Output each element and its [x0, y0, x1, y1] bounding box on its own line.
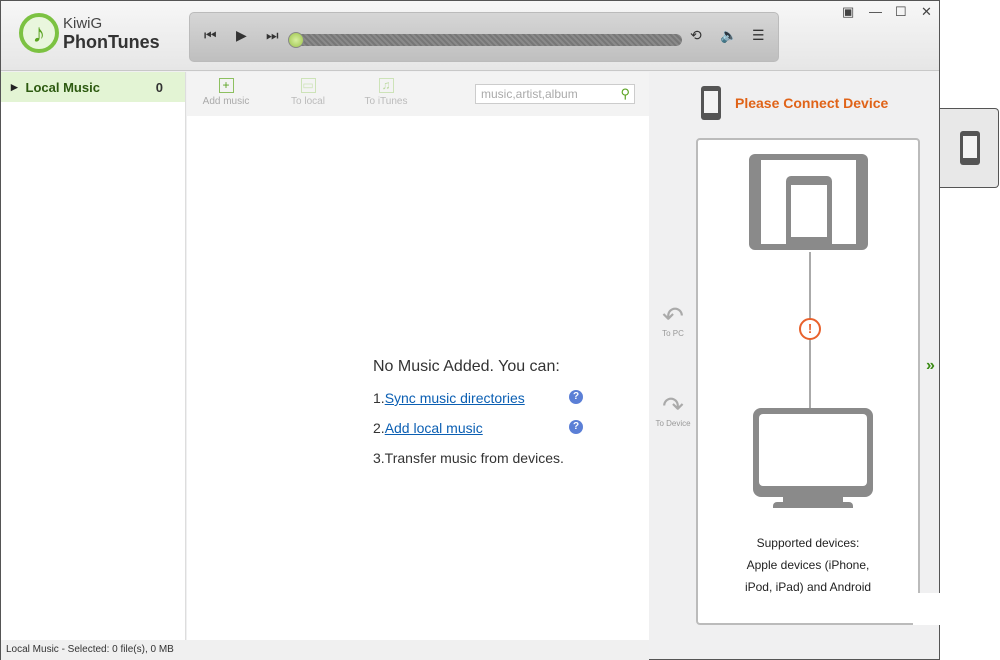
close-icon[interactable]: ✕: [921, 4, 932, 20]
add-music-button[interactable]: + Add music: [191, 78, 261, 107]
supported-line: Apple devices (iPhone,: [746, 558, 870, 572]
step3-text: 3.Transfer music from devices.: [373, 450, 564, 466]
sidebar: ▸ Local Music 0: [1, 72, 186, 640]
music-list: No Music Added. You can: 1.Sync music di…: [187, 116, 649, 640]
sidebar-item-label: Local Music: [25, 79, 100, 95]
device-panel: ! Supported devices: Apple devices (iPho…: [696, 138, 920, 625]
repeat-icon[interactable]: ⟲: [690, 27, 702, 44]
empty-state: No Music Added. You can: 1.Sync music di…: [373, 358, 583, 480]
music-note-logo-icon: ♪: [19, 13, 59, 53]
device-side-tab[interactable]: [940, 108, 999, 188]
step2-number: 2.: [373, 420, 385, 436]
search-icon[interactable]: ⚲: [620, 86, 630, 102]
sidebar-item-local-music[interactable]: ▸ Local Music 0: [1, 72, 185, 102]
volume-icon[interactable]: 🔈: [720, 27, 737, 44]
to-local-label: To local: [291, 96, 325, 107]
menu-icon[interactable]: ▣: [842, 4, 854, 20]
computer-icon: [753, 408, 873, 497]
monitor-base: [773, 502, 853, 508]
sync-directories-link[interactable]: Sync music directories: [385, 390, 525, 406]
overlay-blank: [913, 593, 1000, 625]
sidebar-item-count: 0: [155, 79, 163, 95]
search-placeholder: music,artist,album: [481, 87, 578, 101]
previous-icon[interactable]: ⏮: [204, 27, 217, 44]
warning-icon: !: [799, 318, 821, 340]
maximize-icon[interactable]: ☐: [895, 4, 907, 20]
monitor-icon: ▭: [300, 78, 316, 93]
help-icon[interactable]: ?: [569, 390, 583, 404]
phone-icon: [701, 86, 721, 120]
toolbar: + Add music ▭ To local ♫ To iTunes music,ar…: [187, 72, 649, 116]
brand-name: PhonTunes: [63, 32, 160, 52]
supported-devices: Supported devices: Apple devices (iPhone…: [698, 532, 918, 598]
status-bar: Local Music - Selected: 0 file(s), 0 MB: [1, 640, 649, 660]
plus-icon: +: [218, 78, 234, 93]
add-local-music-link[interactable]: Add local music: [385, 420, 483, 436]
brand-top: KiwiG: [63, 15, 103, 32]
device-title: Please Connect Device: [735, 95, 889, 111]
expand-arrow-icon: ▸: [11, 79, 18, 94]
to-itunes-button[interactable]: ♫ To iTunes: [351, 78, 421, 107]
to-local-button[interactable]: ▭ To local: [273, 78, 343, 107]
expand-panel-icon[interactable]: »: [926, 357, 935, 375]
progress-slider[interactable]: [290, 34, 682, 46]
add-music-label: Add music: [202, 96, 250, 107]
supported-line: iPod, iPad) and Android: [744, 580, 872, 594]
arrow-forward-icon: ↷: [662, 391, 684, 421]
player-bar: ⏮ ▶ ⏭ ⟲ 🔈 ☰: [189, 12, 779, 62]
music-icon: ♫: [378, 78, 394, 93]
to-device-label: To Device: [655, 419, 691, 428]
minimize-icon[interactable]: —: [869, 4, 882, 19]
arrow-back-icon: ↶: [662, 301, 684, 331]
to-itunes-label: To iTunes: [364, 96, 408, 107]
device-header: Please Connect Device: [701, 86, 888, 120]
to-device-button[interactable]: ↷ To Device: [651, 393, 695, 428]
to-pc-button[interactable]: ↶ To PC: [651, 303, 695, 338]
phone-help-icon: [960, 131, 980, 165]
playlist-icon[interactable]: ☰: [752, 27, 765, 44]
search-input[interactable]: music,artist,album ⚲: [475, 84, 635, 104]
to-pc-label: To PC: [662, 329, 684, 338]
next-icon[interactable]: ⏭: [266, 27, 279, 44]
empty-title: No Music Added. You can:: [373, 358, 560, 375]
header: ♪ KiwiG PhonTunes ⏮ ▶ ⏭ ⟲ 🔈 ☰ ▣ — ☐ ✕: [1, 1, 939, 71]
step1-number: 1.: [373, 390, 385, 406]
supported-line: Supported devices:: [756, 536, 860, 550]
tablet-icon: [749, 154, 868, 250]
progress-knob[interactable]: [288, 32, 304, 48]
play-icon[interactable]: ▶: [236, 27, 247, 44]
help-icon[interactable]: ?: [569, 420, 583, 434]
app-window: ♪ KiwiG PhonTunes ⏮ ▶ ⏭ ⟲ 🔈 ☰ ▣ — ☐ ✕ ▸ …: [0, 0, 940, 660]
